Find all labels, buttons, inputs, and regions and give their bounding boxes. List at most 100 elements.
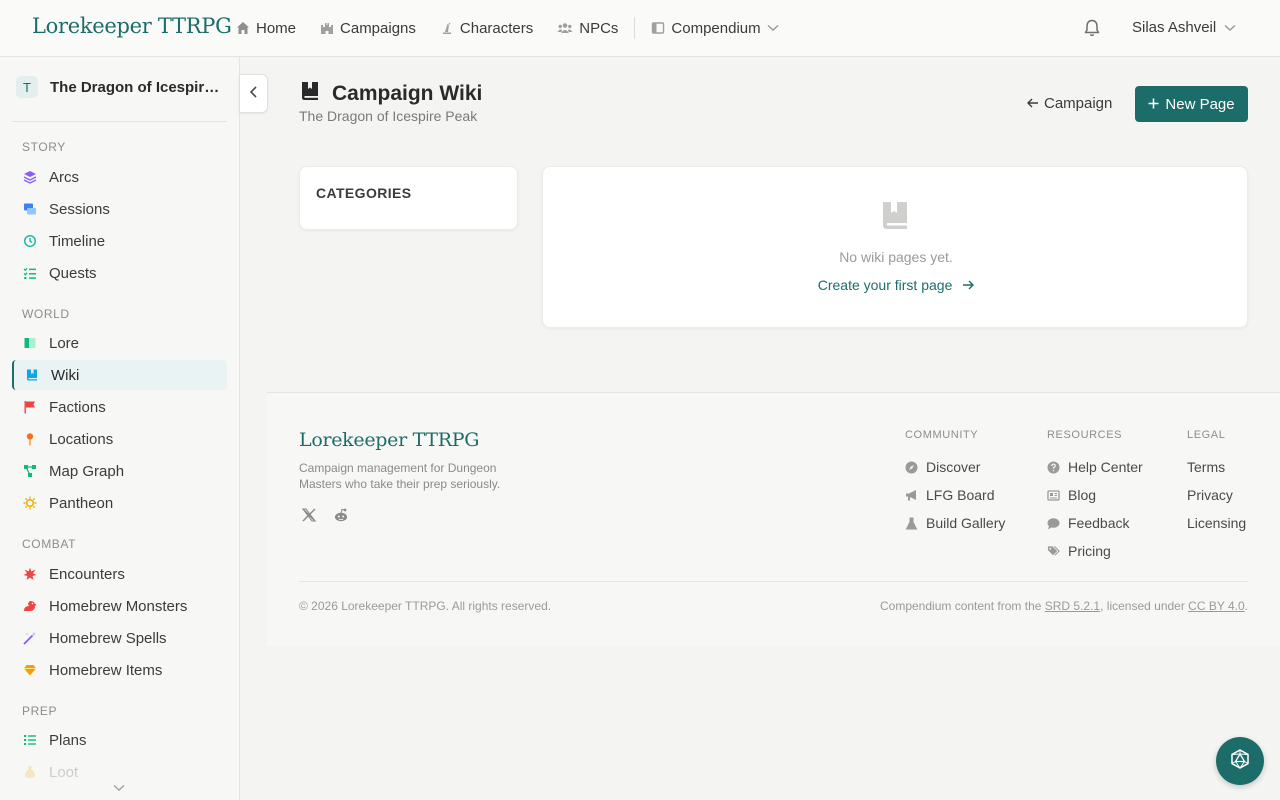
create-link-label: Create your first page bbox=[817, 277, 953, 293]
footer-link-blog[interactable]: Blog bbox=[1047, 481, 1143, 509]
sidebar-item-map-graph[interactable]: Map Graph bbox=[12, 456, 227, 486]
wand-icon bbox=[23, 631, 37, 645]
sidebar-item-pantheon[interactable]: Pantheon bbox=[12, 488, 227, 518]
footer-link-build-gallery[interactable]: Build Gallery bbox=[905, 509, 1005, 537]
nav-campaigns[interactable]: Campaigns bbox=[320, 20, 416, 37]
nav-npcs-label: NPCs bbox=[579, 19, 619, 37]
brand-logo[interactable]: Lorekeeper TTRPG bbox=[32, 14, 232, 38]
sidebar-item-homebrew-spells[interactable]: Homebrew Spells bbox=[12, 623, 227, 653]
footer-link-help-center[interactable]: Help Center bbox=[1047, 453, 1143, 481]
sidebar-collapse-button[interactable] bbox=[239, 74, 268, 113]
layers-icon bbox=[23, 170, 37, 184]
sidebar-item-wiki[interactable]: Wiki bbox=[12, 360, 227, 390]
dice-roller-button[interactable] bbox=[1216, 737, 1264, 785]
license-link[interactable]: CC BY 4.0 bbox=[1188, 599, 1244, 613]
money-bag-icon bbox=[23, 765, 37, 779]
footer-link-pricing[interactable]: Pricing bbox=[1047, 537, 1143, 565]
sidebar-item-arcs[interactable]: Arcs bbox=[12, 162, 227, 192]
book-icon bbox=[651, 21, 665, 35]
sidebar-item-lore[interactable]: Lore bbox=[12, 328, 227, 358]
sidebar-item-label: Wiki bbox=[51, 366, 80, 384]
campaign-name: The Dragon of Icespire Peak bbox=[50, 78, 226, 96]
page-title: Campaign Wiki bbox=[299, 80, 482, 108]
sidebar-item-encounters[interactable]: Encounters bbox=[12, 559, 227, 589]
chevron-down-icon[interactable] bbox=[113, 783, 125, 795]
sidebar-item-label: Pantheon bbox=[49, 494, 114, 512]
users-icon bbox=[557, 21, 573, 35]
footer-col-community: COMMUNITY Discover LFG Board Build Galle… bbox=[905, 429, 1005, 537]
footer-link-lfg-board[interactable]: LFG Board bbox=[905, 481, 1005, 509]
nav-compendium[interactable]: Compendium bbox=[651, 20, 779, 37]
empty-state-text: No wiki pages yet. bbox=[839, 249, 953, 265]
wiki-empty-state: No wiki pages yet. Create your first pag… bbox=[542, 166, 1248, 328]
sidebar-item-label: Homebrew Monsters bbox=[49, 597, 188, 615]
footer-link-label: Blog bbox=[1068, 487, 1097, 503]
nav-characters[interactable]: Characters bbox=[440, 20, 533, 37]
new-page-button[interactable]: New Page bbox=[1135, 86, 1248, 122]
reddit-icon[interactable] bbox=[333, 507, 349, 528]
sidebar-item-label: Factions bbox=[49, 398, 106, 416]
comment-icon bbox=[1047, 517, 1060, 530]
map-pin-icon bbox=[23, 432, 37, 446]
book-open-icon bbox=[23, 336, 37, 350]
sidebar-item-label: Arcs bbox=[49, 168, 79, 186]
sidebar-item-sessions[interactable]: Sessions bbox=[12, 194, 227, 224]
footer-link-privacy[interactable]: Privacy bbox=[1187, 481, 1246, 509]
nav-home-label: Home bbox=[256, 19, 297, 37]
top-nav: Lorekeeper TTRPG Home Campaigns Characte… bbox=[0, 0, 1280, 57]
graph-icon bbox=[23, 464, 37, 478]
attrib-suffix: . bbox=[1244, 599, 1248, 613]
footer-link-label: Pricing bbox=[1068, 543, 1111, 559]
section-label-story: STORY bbox=[22, 140, 66, 154]
social-links bbox=[301, 507, 349, 528]
site-footer: Lorekeeper TTRPG Campaign management for… bbox=[267, 392, 1280, 646]
chess-pawn-icon bbox=[440, 21, 454, 35]
tags-icon bbox=[1047, 545, 1060, 558]
flask-icon bbox=[905, 517, 918, 530]
footer-link-label: LFG Board bbox=[926, 487, 995, 503]
sidebar-item-label: Encounters bbox=[49, 565, 125, 583]
section-label-world: WORLD bbox=[22, 307, 70, 321]
srd-link[interactable]: SRD 5.2.1 bbox=[1045, 599, 1100, 613]
newspaper-icon bbox=[1047, 489, 1060, 502]
nav-home[interactable]: Home bbox=[236, 20, 296, 37]
footer-link-feedback[interactable]: Feedback bbox=[1047, 509, 1143, 537]
sidebar-item-homebrew-monsters[interactable]: Homebrew Monsters bbox=[12, 591, 227, 621]
sidebar-item-label: Locations bbox=[49, 430, 114, 448]
sidebar-item-homebrew-items[interactable]: Homebrew Items bbox=[12, 655, 227, 685]
history-icon bbox=[23, 234, 37, 248]
categories-title: CATEGORIES bbox=[316, 185, 412, 201]
nav-npcs[interactable]: NPCs bbox=[557, 20, 618, 37]
campaign-switcher[interactable]: T The Dragon of Icespire Peak bbox=[16, 76, 226, 98]
footer-col-legal: LEGAL Terms Privacy Licensing bbox=[1187, 429, 1246, 537]
back-to-campaign-link[interactable]: Campaign bbox=[1027, 95, 1112, 112]
footer-link-label: Terms bbox=[1187, 459, 1226, 475]
nav-divider bbox=[634, 17, 636, 39]
bell-icon[interactable] bbox=[1082, 18, 1102, 38]
list-check-icon bbox=[23, 266, 37, 280]
footer-link-discover[interactable]: Discover bbox=[905, 453, 1005, 481]
sidebar: T The Dragon of Icespire Peak STORY Arcs… bbox=[0, 57, 240, 800]
new-page-label: New Page bbox=[1165, 95, 1235, 113]
categories-card: CATEGORIES bbox=[299, 166, 518, 230]
sidebar-item-plans[interactable]: Plans bbox=[12, 725, 227, 755]
footer-link-label: Discover bbox=[926, 459, 981, 475]
footer-link-terms[interactable]: Terms bbox=[1187, 453, 1246, 481]
user-menu[interactable]: Silas Ashveil bbox=[1132, 19, 1236, 36]
sidebar-item-timeline[interactable]: Timeline bbox=[12, 226, 227, 256]
sidebar-item-quests[interactable]: Quests bbox=[12, 258, 227, 288]
attrib-mid: , licensed under bbox=[1100, 599, 1189, 613]
footer-divider bbox=[299, 581, 1248, 582]
list-icon bbox=[23, 733, 37, 747]
sidebar-item-factions[interactable]: Factions bbox=[12, 392, 227, 422]
campaign-avatar: T bbox=[16, 76, 38, 98]
x-twitter-icon[interactable] bbox=[301, 507, 317, 528]
sidebar-item-locations[interactable]: Locations bbox=[12, 424, 227, 454]
sidebar-item-label: Quests bbox=[49, 264, 97, 282]
footer-brand[interactable]: Lorekeeper TTRPG bbox=[299, 429, 479, 451]
sidebar-item-label: Loot bbox=[49, 763, 79, 781]
sidebar-item-label: Map Graph bbox=[49, 462, 125, 480]
arrow-left-icon bbox=[1027, 95, 1039, 112]
footer-link-licensing[interactable]: Licensing bbox=[1187, 509, 1246, 537]
create-first-page-link[interactable]: Create your first page bbox=[543, 277, 1249, 293]
